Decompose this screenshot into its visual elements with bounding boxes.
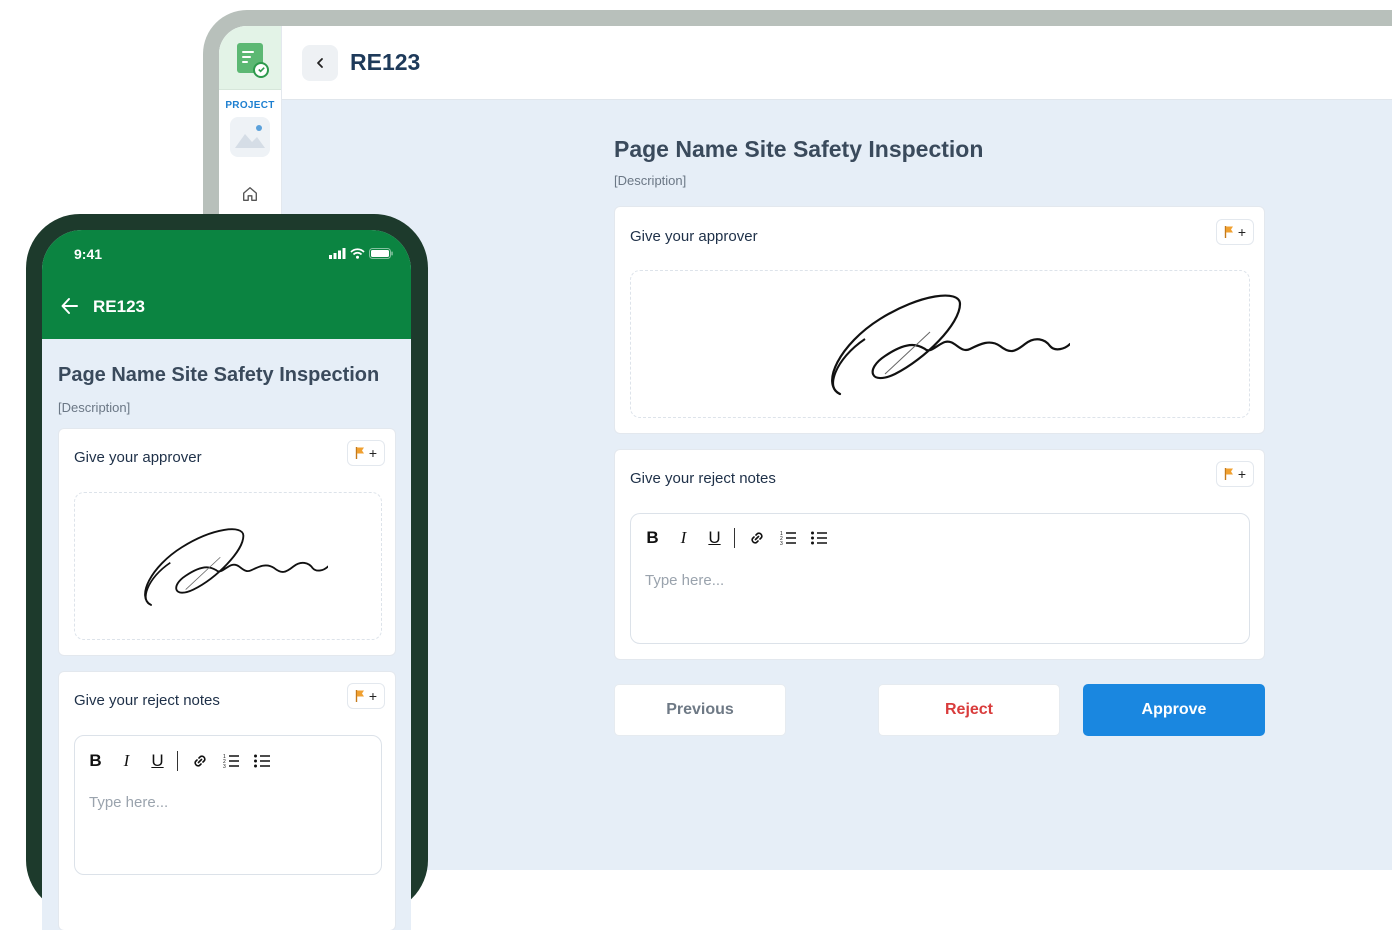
wifi-icon bbox=[350, 248, 365, 259]
mobile-approver-label: Give your approver bbox=[74, 449, 202, 466]
signature-area[interactable] bbox=[630, 270, 1250, 418]
mobile-approver-card: Give your approver + bbox=[58, 428, 396, 656]
flag-icon bbox=[355, 690, 364, 702]
numbered-list-button[interactable]: 123 bbox=[215, 749, 246, 773]
signature-image bbox=[831, 294, 1070, 396]
editor-toolbar: B I U 123 bbox=[637, 526, 834, 550]
flag-plus: + bbox=[1237, 224, 1247, 240]
bullet-list-icon bbox=[810, 531, 827, 545]
app-logo[interactable] bbox=[219, 26, 281, 90]
reject-notes-label: Give your reject notes bbox=[630, 470, 776, 487]
mobile-header-title: RE123 bbox=[93, 297, 145, 316]
svg-text:3: 3 bbox=[780, 541, 783, 546]
link-icon bbox=[750, 532, 763, 544]
phone-screen: 9:41 RE123 Page Name Site Safety Inspect… bbox=[42, 230, 411, 930]
bullet-list-button[interactable] bbox=[246, 749, 277, 773]
italic-button[interactable]: I bbox=[668, 526, 699, 550]
italic-button[interactable]: I bbox=[111, 749, 142, 773]
flag-icon bbox=[355, 447, 364, 459]
numbered-list-icon: 123 bbox=[780, 531, 796, 546]
flag-button[interactable]: + bbox=[347, 440, 385, 466]
page-description: [Description] bbox=[614, 173, 687, 188]
editor-placeholder: Type here... bbox=[645, 572, 725, 589]
reject-button[interactable]: Reject bbox=[878, 684, 1060, 736]
project-label: PROJECT bbox=[225, 100, 275, 111]
link-button[interactable] bbox=[741, 526, 772, 550]
back-arrow-icon[interactable] bbox=[60, 296, 80, 316]
mobile-page-title: Page Name Site Safety Inspection bbox=[58, 364, 380, 386]
flag-plus: + bbox=[368, 688, 378, 704]
mobile-page-description: [Description] bbox=[58, 400, 131, 415]
rich-text-editor[interactable]: B I U 123 Type here... bbox=[630, 513, 1250, 644]
numbered-list-button[interactable]: 123 bbox=[772, 526, 803, 550]
bullet-list-button[interactable] bbox=[803, 526, 834, 550]
project-image-icon[interactable] bbox=[230, 117, 270, 157]
flag-button[interactable]: + bbox=[1216, 461, 1254, 487]
approver-label: Give your approver bbox=[630, 228, 758, 245]
document-check-icon bbox=[237, 42, 269, 78]
toolbar-divider bbox=[734, 528, 735, 548]
signal-icon bbox=[329, 248, 346, 259]
status-icons bbox=[329, 248, 393, 259]
phone-frame: 9:41 RE123 Page Name Site Safety Inspect… bbox=[26, 214, 428, 930]
flag-button[interactable]: + bbox=[1216, 219, 1254, 245]
back-button[interactable] bbox=[302, 44, 338, 81]
chevron-left-icon bbox=[317, 57, 323, 68]
numbered-list-icon: 123 bbox=[223, 754, 239, 769]
battery-icon bbox=[369, 248, 393, 259]
toolbar-divider bbox=[177, 751, 178, 771]
approve-button[interactable]: Approve bbox=[1083, 684, 1265, 736]
mobile-reject-notes-label: Give your reject notes bbox=[74, 692, 220, 709]
bold-button[interactable]: B bbox=[80, 749, 111, 773]
underline-button[interactable]: U bbox=[699, 526, 730, 550]
status-time: 9:41 bbox=[74, 246, 103, 262]
flag-icon bbox=[1224, 226, 1233, 238]
flag-plus: + bbox=[368, 445, 378, 461]
flag-plus: + bbox=[1237, 466, 1247, 482]
svg-text:3: 3 bbox=[223, 764, 226, 769]
page-header-title: RE123 bbox=[350, 49, 421, 75]
underline-button[interactable]: U bbox=[142, 749, 173, 773]
bullet-list-icon bbox=[253, 754, 270, 768]
reject-notes-card: Give your reject notes + B I U 1 2 3 Typ… bbox=[614, 449, 1265, 660]
flag-icon bbox=[1224, 468, 1233, 480]
editor-placeholder: Type here... bbox=[89, 794, 169, 811]
mobile-reject-notes-card: Give your reject notes + B I U 1 2 3 Typ… bbox=[58, 671, 396, 930]
mobile-header: 9:41 RE123 bbox=[42, 230, 411, 339]
flag-button[interactable]: + bbox=[347, 683, 385, 709]
signature-image bbox=[144, 527, 328, 606]
link-button[interactable] bbox=[184, 749, 215, 773]
home-icon[interactable] bbox=[241, 185, 259, 203]
top-bar: RE123 bbox=[282, 26, 1392, 100]
bold-button[interactable]: B bbox=[637, 526, 668, 550]
mobile-rich-text-editor[interactable]: B I U 123 Type here... bbox=[74, 735, 382, 875]
page-title: Page Name Site Safety Inspection bbox=[614, 136, 984, 162]
previous-button[interactable]: Previous bbox=[614, 684, 786, 736]
link-icon bbox=[193, 755, 206, 767]
approver-card: Give your approver + bbox=[614, 206, 1265, 434]
form-content: Page Name Site Safety Inspection [Descri… bbox=[614, 136, 1265, 736]
mobile-signature-area[interactable] bbox=[74, 492, 382, 640]
editor-toolbar: B I U 123 bbox=[80, 749, 277, 773]
